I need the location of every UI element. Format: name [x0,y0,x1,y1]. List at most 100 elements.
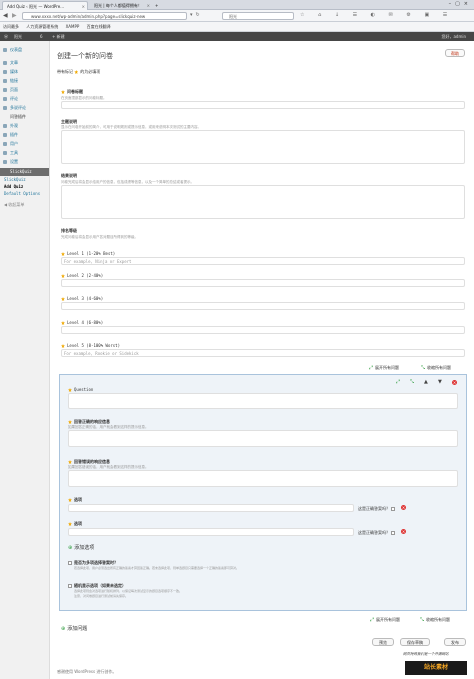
sidebar-item-settings[interactable]: 设置 [0,157,49,166]
incorrect-response-textarea[interactable] [68,470,458,487]
answer-2-correct-checkbox[interactable] [391,531,396,535]
sidebar-item-posts[interactable]: 文章 [0,58,49,67]
duoshuo-icon [3,106,7,110]
toolbar-icons[interactable]: ☆ ⌂ ↓ ☰ ◐ ✉ ⚙ ▣ ☰ [300,12,453,18]
shuffle-desc-1: 选择此项则会对选项进行随机排列，以保证每次测试显示的题目选项顺序不一致。 [74,589,183,593]
delete-answer-icon[interactable]: × [401,529,406,534]
sidebar-item-label: 插件 [10,132,18,137]
posts-icon [3,61,7,65]
admin-bar-new[interactable]: + 新建 [52,32,65,41]
window-controls[interactable]: –▢× [449,1,472,7]
multi-select-checkbox[interactable] [68,561,72,565]
expand-all-link[interactable]: ⤢ 展开所有问题 [369,365,399,371]
label-text: Level 1 (1-20% Best) [67,251,116,256]
bookmark-item[interactable]: XAMPP [66,24,80,29]
label-text: Level 3 (4-60%) [67,296,104,301]
admin-bar-site[interactable]: 阳光 [14,32,22,41]
move-up-icon[interactable]: ▲ [424,379,428,385]
quiz-name-input[interactable] [61,101,465,109]
sidebar-item-label: 文章 [10,60,18,65]
star-icon [68,420,72,424]
move-down-icon[interactable]: ▼ [438,379,442,385]
sidebar-item-links[interactable]: 链接 [0,76,49,85]
level-3-input[interactable] [61,302,465,310]
ranking-desc: 完成问卷后将会显示用户答对题目所得到的等级。 [61,235,138,239]
add-answer-link[interactable]: ⊕ 添加选项 [68,544,94,551]
question-textarea[interactable] [68,393,458,409]
star-icon [61,274,65,278]
sidebar-item-comments[interactable]: 评论 [0,94,49,103]
collapse-all-link-bottom[interactable]: ⤡ 收缩所有问题 [420,617,450,623]
collapse-all-link[interactable]: ⤡ 收缩所有问题 [421,365,451,371]
admin-bar-greeting[interactable]: 您好，admin [441,32,466,41]
tab-site[interactable]: 阳光 | 每个人都值得拥有！ × [90,1,152,10]
sidebar-item-media[interactable]: 媒体 [0,67,49,76]
sidebar-item-appearance[interactable]: 外观 [0,121,49,130]
sidebar-item-pages[interactable]: 页面 [0,85,49,94]
close-icon[interactable]: × [82,4,85,9]
close-icon[interactable]: × [147,3,150,8]
level-4-input[interactable] [61,326,465,334]
save-draft-button[interactable]: 保存草稿 [400,638,430,646]
search-input[interactable]: 阳光 [222,12,294,20]
delete-question-icon[interactable]: × [452,380,457,385]
add-question-link[interactable]: ⊕ 添加问题 [61,625,87,632]
admin-bar-comments[interactable]: 6 [40,32,43,41]
sidebar-collapse[interactable]: ◀ 收起菜单 [0,201,49,208]
back-icon[interactable]: ◀ [3,12,8,19]
level-1-input[interactable]: For example, Ninja or Expert [61,257,465,265]
main-desc-textarea[interactable] [61,130,465,164]
answer-1-label: 选项 [68,497,82,503]
level-5-label: Level 5 (8-100% Worst) [61,343,120,348]
shuffle-checkbox[interactable] [68,584,72,588]
answer-1-input[interactable] [68,504,354,512]
expand-all-link-bottom[interactable]: ⤢ 展开所有问题 [370,617,400,623]
settings-icon [3,160,7,164]
sidebar-item-label: 媒体 [10,69,18,74]
publish-button[interactable]: 发布 [444,638,466,646]
star-icon [68,498,72,502]
label-text: 这是正确答案吗？ [358,506,390,511]
answer-2-input[interactable] [68,528,354,536]
sidebar-item-dashboard[interactable]: 仪表盘 [0,45,49,54]
expand-icon[interactable]: ⤢ [396,379,400,385]
tab-add-quiz[interactable]: Add Quiz ‹ 阳光 — WordPre... × [2,1,88,10]
new-tab-button[interactable]: + [154,1,162,10]
level-5-input[interactable]: For example, Rookie or Sidekick [61,349,465,357]
collapse-icon[interactable]: ⤡ [410,379,414,385]
collapse-icon: ⤡ [420,617,425,623]
correct-response-textarea[interactable] [68,430,458,447]
expand-icon: ⤢ [370,617,375,623]
url-bar[interactable]: www.xxxx.net/wp-admin/admin.php?page=sli… [22,12,187,20]
required-note: 带有标记 的为必填项 [57,69,100,75]
sidebar-sub-default-options[interactable]: Default Options [0,190,49,197]
sidebar-item-plugins[interactable]: 插件 [0,130,49,139]
help-button[interactable]: 帮助 [445,49,465,57]
watermark-slogan: 网页特效我们是一个开源网站 [403,652,449,656]
answer-1-correct-checkbox[interactable] [391,507,396,511]
label-text: 选项 [74,521,82,526]
star-icon [68,388,72,392]
label-text: Question [74,387,94,392]
reload-icon[interactable]: ▾↻ [190,12,203,18]
appearance-icon [3,124,7,128]
sidebar-sub-add-quiz[interactable]: Add Quiz [0,183,49,190]
sidebar-sub-slickquiz[interactable]: SlickQuiz [0,176,49,183]
forward-icon[interactable]: ▶ [12,12,17,19]
sidebar-item-tools[interactable]: 工具 [0,148,49,157]
sidebar-item-qa[interactable]: 问答插件 [0,112,49,121]
bookmark-item[interactable]: 人力资源管理系统 [26,24,58,29]
link-text: 收缩所有问题 [426,617,451,622]
delete-answer-icon[interactable]: × [401,505,406,510]
bookmark-item[interactable]: 百度在线翻译 [87,24,111,29]
label-text: 是否为多项选择答案时？ [74,560,118,565]
bookmark-item[interactable]: 访问最多 [3,24,19,29]
result-desc-textarea[interactable] [61,185,465,219]
sidebar-item-users[interactable]: 用户 [0,139,49,148]
sidebar-item-label: 用户 [10,141,18,146]
preview-button[interactable]: 预览 [372,638,394,646]
level-2-input[interactable] [61,279,465,287]
wp-logo-icon[interactable]: Ⓦ [4,32,8,41]
sidebar-item-duoshuo[interactable]: 多说评论 [0,103,49,112]
sidebar-plugin-head[interactable]: SlickQuiz [0,168,49,176]
